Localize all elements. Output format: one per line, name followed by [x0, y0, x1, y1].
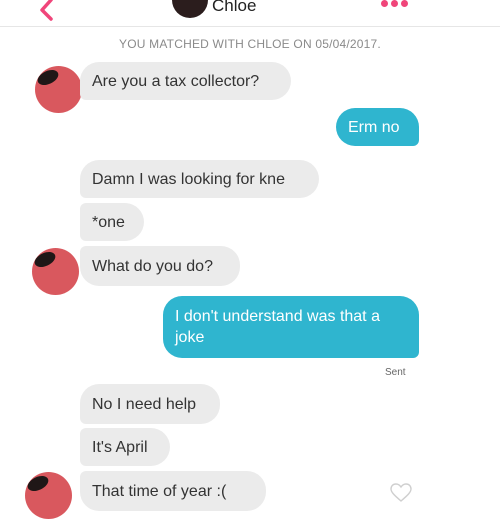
chat-title[interactable]: Chloe: [212, 0, 256, 16]
delivery-status: Sent: [385, 367, 406, 378]
message-sent: Erm no: [336, 108, 419, 146]
message-received: *one: [80, 203, 144, 241]
header-avatar[interactable]: [172, 0, 208, 18]
message-received: Are you a tax collector?: [80, 62, 291, 100]
avatar[interactable]: [35, 66, 82, 113]
match-banner: YOU MATCHED WITH CHLOE ON 05/04/2017.: [119, 37, 381, 51]
message-received: Damn I was looking for kne: [80, 160, 319, 198]
chat-header: Chloe: [0, 0, 500, 28]
header-divider: [0, 26, 500, 27]
avatar[interactable]: [32, 248, 79, 295]
message-sent: I don't understand was that a joke: [163, 296, 419, 358]
message-received: It's April: [80, 428, 170, 466]
chevron-left-icon[interactable]: [34, 0, 60, 22]
message-received: That time of year :(: [80, 471, 266, 511]
heart-icon[interactable]: [390, 483, 412, 503]
more-dots-icon[interactable]: [381, 0, 408, 10]
message-received: What do you do?: [80, 246, 240, 286]
message-received: No I need help: [80, 384, 220, 424]
avatar[interactable]: [25, 472, 72, 519]
